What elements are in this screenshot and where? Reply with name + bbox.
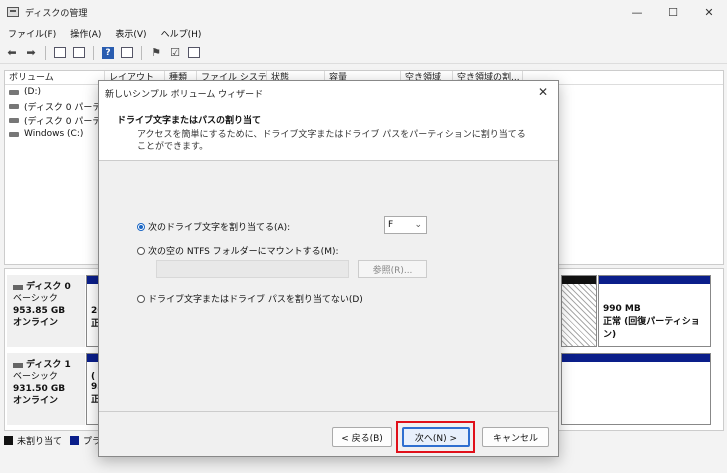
unallocated-swatch [4,435,13,445]
legend: 未割り当て プライ [4,433,110,447]
radio-unselected-icon[interactable] [137,246,145,255]
column-header-volume[interactable]: ボリューム [5,71,105,84]
disk-label: ディスク 0 [13,281,85,293]
wizard-header: ドライブ文字またはパスの割り当て アクセスを簡単にするために、ドライブ文字または… [99,105,558,161]
list-view-icon[interactable] [119,45,135,61]
disk-status: オンライン [13,318,59,328]
recovery-partition[interactable]: 990 MB 正常 (回復パーティション) [598,275,711,347]
assign-letter-label: 次のドライブ文字を割り当てる(A): [148,223,291,233]
disk-icon [13,362,23,368]
volume-name: (D:) [24,87,41,97]
radio-unselected-icon[interactable] [137,294,145,303]
toolbar-separator [45,45,46,60]
console-tree-icon[interactable] [52,45,68,61]
settings-panel-icon[interactable] [186,45,202,61]
connect-icon[interactable]: ⚑ [148,45,164,61]
back-button[interactable]: < 戻る(B) [332,427,392,447]
no-assign-label: ドライブ文字またはドライブ パスを割り当てない(D) [148,295,363,305]
no-assign-option[interactable]: ドライブ文字またはドライブ パスを割り当てない(D) [137,292,363,305]
partition-status: 正 [91,395,101,405]
toolbar: ⬅ ➡ ? ⚑ ☑ [0,42,727,64]
legend-unallocated: 未割り当て [17,436,63,447]
partition-block[interactable] [561,353,711,425]
partition-size: 990 MB [603,304,641,314]
partition-bar [562,276,596,284]
cancel-button[interactable]: キャンセル [482,427,549,447]
disk-icon [13,284,23,290]
disk-type: ベーシック [13,372,58,382]
footer-divider [99,411,558,412]
menu-action[interactable]: 操作(A) [63,27,108,40]
volume-icon [9,131,19,137]
disk-name: ディスク 1 [26,360,71,370]
volume-name: Windows (C:) [24,129,84,139]
new-simple-volume-wizard: 新しいシンプル ボリューム ウィザード ✕ ドライブ文字またはパスの割り当て ア… [98,80,559,457]
menu-view[interactable]: 表示(V) [108,27,153,40]
forward-arrow-icon[interactable]: ➡ [23,45,39,61]
disk-info[interactable]: ディスク 0 ベーシック 953.85 GB オンライン [7,275,85,347]
menu-bar: ファイル(F) 操作(A) 表示(V) ヘルプ(H) [0,24,727,42]
mount-folder-label: 次の空の NTFS フォルダーにマウントする(M): [148,247,339,257]
disk-status: オンライン [13,396,59,406]
check-icon[interactable]: ☑ [167,45,183,61]
partition-block[interactable] [561,275,597,347]
help-icon[interactable]: ? [100,45,116,61]
disk-name: ディスク 0 [26,282,71,292]
partition-status: 正 [91,319,101,329]
folder-path-input[interactable] [156,260,349,278]
close-icon[interactable]: ✕ [536,85,550,99]
wizard-heading: ドライブ文字またはパスの割り当て [117,116,262,126]
window-title: ディスクの管理 [25,8,88,19]
disk-size: 931.50 GB [13,384,66,394]
disk-management-app-icon [7,7,19,17]
back-arrow-icon[interactable]: ⬅ [4,45,20,61]
wizard-description: アクセスを簡単にするために、ドライブ文字またはドライブ パスをパーティションに割… [137,130,526,152]
assign-letter-option[interactable]: 次のドライブ文字を割り当てる(A): [137,220,290,233]
toolbar-separator [141,45,142,60]
wizard-title-bar: 新しいシンプル ボリューム ウィザード ✕ [99,81,558,105]
disk-label: ディスク 1 [13,359,85,371]
partition-bar [562,354,710,362]
volume-icon [9,117,19,123]
menu-file[interactable]: ファイル(F) [0,27,63,40]
properties-icon[interactable] [71,45,87,61]
close-window-button[interactable]: ✕ [691,0,727,24]
drive-letter-select[interactable]: F ⌄ [384,216,427,234]
toolbar-separator [93,45,94,60]
primary-swatch [70,435,80,445]
title-bar: ディスクの管理 — ☐ ✕ [0,0,727,24]
menu-help[interactable]: ヘルプ(H) [154,27,209,40]
drive-letter-value: F [388,220,394,230]
maximize-button[interactable]: ☐ [655,0,691,24]
partition-status: 正常 (回復パーティション) [603,317,700,340]
disk-info[interactable]: ディスク 1 ベーシック 931.50 GB オンライン [7,353,85,425]
partition-label: ( [91,372,96,382]
minimize-button[interactable]: — [619,0,655,24]
partition-size: 93 [91,382,104,392]
mount-folder-option[interactable]: 次の空の NTFS フォルダーにマウントする(M): [137,244,339,257]
wizard-title: 新しいシンプル ボリューム ウィザード [105,89,264,100]
chevron-down-icon: ⌄ [414,220,422,230]
disk-size: 953.85 GB [13,306,66,316]
volume-icon [9,103,19,109]
volume-icon [9,89,19,95]
partition-size: 26 [91,306,104,316]
disk-type: ベーシック [13,294,58,304]
highlight-box [396,421,475,453]
partition-bar [599,276,710,284]
browse-button[interactable]: 参照(R)... [358,260,427,278]
radio-selected-icon[interactable] [137,222,145,231]
